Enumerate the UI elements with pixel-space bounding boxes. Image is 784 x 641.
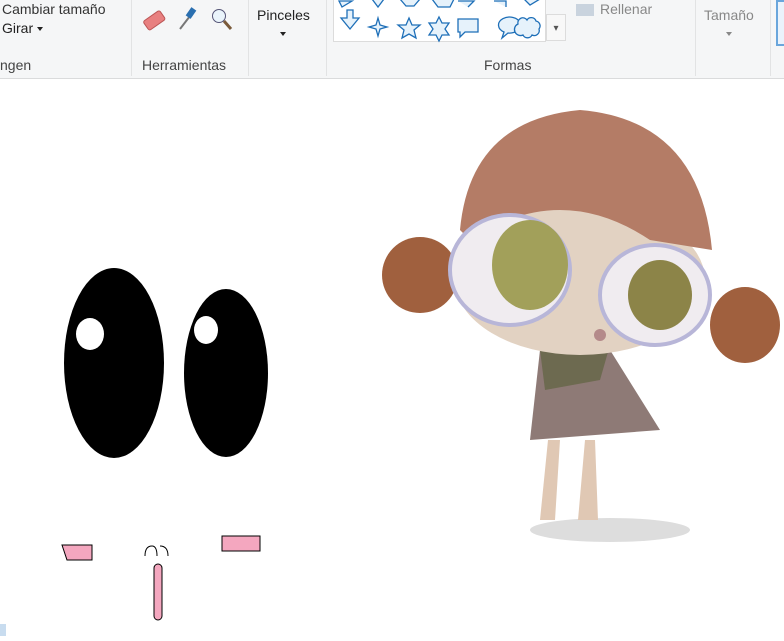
divider xyxy=(248,0,249,76)
diamond-shape-icon xyxy=(371,0,385,9)
rotate-button[interactable]: Girar xyxy=(2,20,44,36)
four-point-star-icon xyxy=(366,15,390,39)
shapes-icons xyxy=(337,0,541,43)
divider xyxy=(326,0,327,76)
five-point-star-icon xyxy=(396,16,422,40)
resize-handle[interactable] xyxy=(0,624,6,636)
brushes-label: Pinceles xyxy=(257,7,310,23)
rect-callout-icon xyxy=(457,18,479,39)
size-button[interactable]: Tamaño xyxy=(704,7,754,41)
left-eye xyxy=(64,268,164,458)
shapes-more-button[interactable]: ▾ xyxy=(546,14,566,41)
tongue xyxy=(153,563,163,621)
fill-button[interactable]: Rellenar xyxy=(576,1,652,17)
shapes-group-label: Formas xyxy=(484,57,532,73)
triangle-shape-icon xyxy=(337,0,355,8)
chevron-down-icon xyxy=(280,32,287,37)
fill-icon xyxy=(576,4,594,17)
shapes-gallery[interactable] xyxy=(333,0,546,43)
fill-label: Rellenar xyxy=(600,1,653,17)
resize-button[interactable]: Cambiar tamaño xyxy=(2,1,106,17)
drawing xyxy=(61,110,780,621)
image-group-label: ngen xyxy=(0,57,32,73)
rotate-label: Girar xyxy=(2,20,34,36)
cute-face-drawing xyxy=(61,268,268,621)
color-picker-icon[interactable] xyxy=(179,7,197,30)
divider xyxy=(770,0,771,76)
size-label: Tamaño xyxy=(704,7,754,23)
cloud-callout-icon xyxy=(513,16,541,39)
up-arrow-shape-icon xyxy=(524,0,540,6)
left-blush xyxy=(61,544,93,561)
right-blush xyxy=(221,535,261,552)
ribbon: Cambiar tamaño Girar ngen Herramientas P… xyxy=(0,0,784,79)
divider xyxy=(131,0,132,76)
drawing-canvas[interactable] xyxy=(0,80,784,636)
right-eye xyxy=(184,289,268,457)
brushes-button[interactable]: Pinceles xyxy=(257,7,310,41)
tools xyxy=(143,7,233,31)
right-arrow-shape-icon xyxy=(458,0,476,8)
chevron-down-icon xyxy=(37,27,44,32)
magnifier-icon[interactable] xyxy=(212,9,233,30)
six-point-star-icon xyxy=(427,15,451,43)
divider xyxy=(695,0,696,76)
pentagon-shape-icon xyxy=(400,0,420,7)
down-arrow-shape-icon xyxy=(339,9,361,31)
left-arrow-shape-icon xyxy=(494,0,507,7)
color1-swatch[interactable] xyxy=(776,0,784,46)
chevron-down-icon xyxy=(725,32,732,37)
girl-drawing xyxy=(382,110,780,542)
hexagon-shape-icon xyxy=(431,0,455,8)
tools-group-label: Herramientas xyxy=(142,57,227,73)
eraser-icon[interactable] xyxy=(143,10,166,31)
